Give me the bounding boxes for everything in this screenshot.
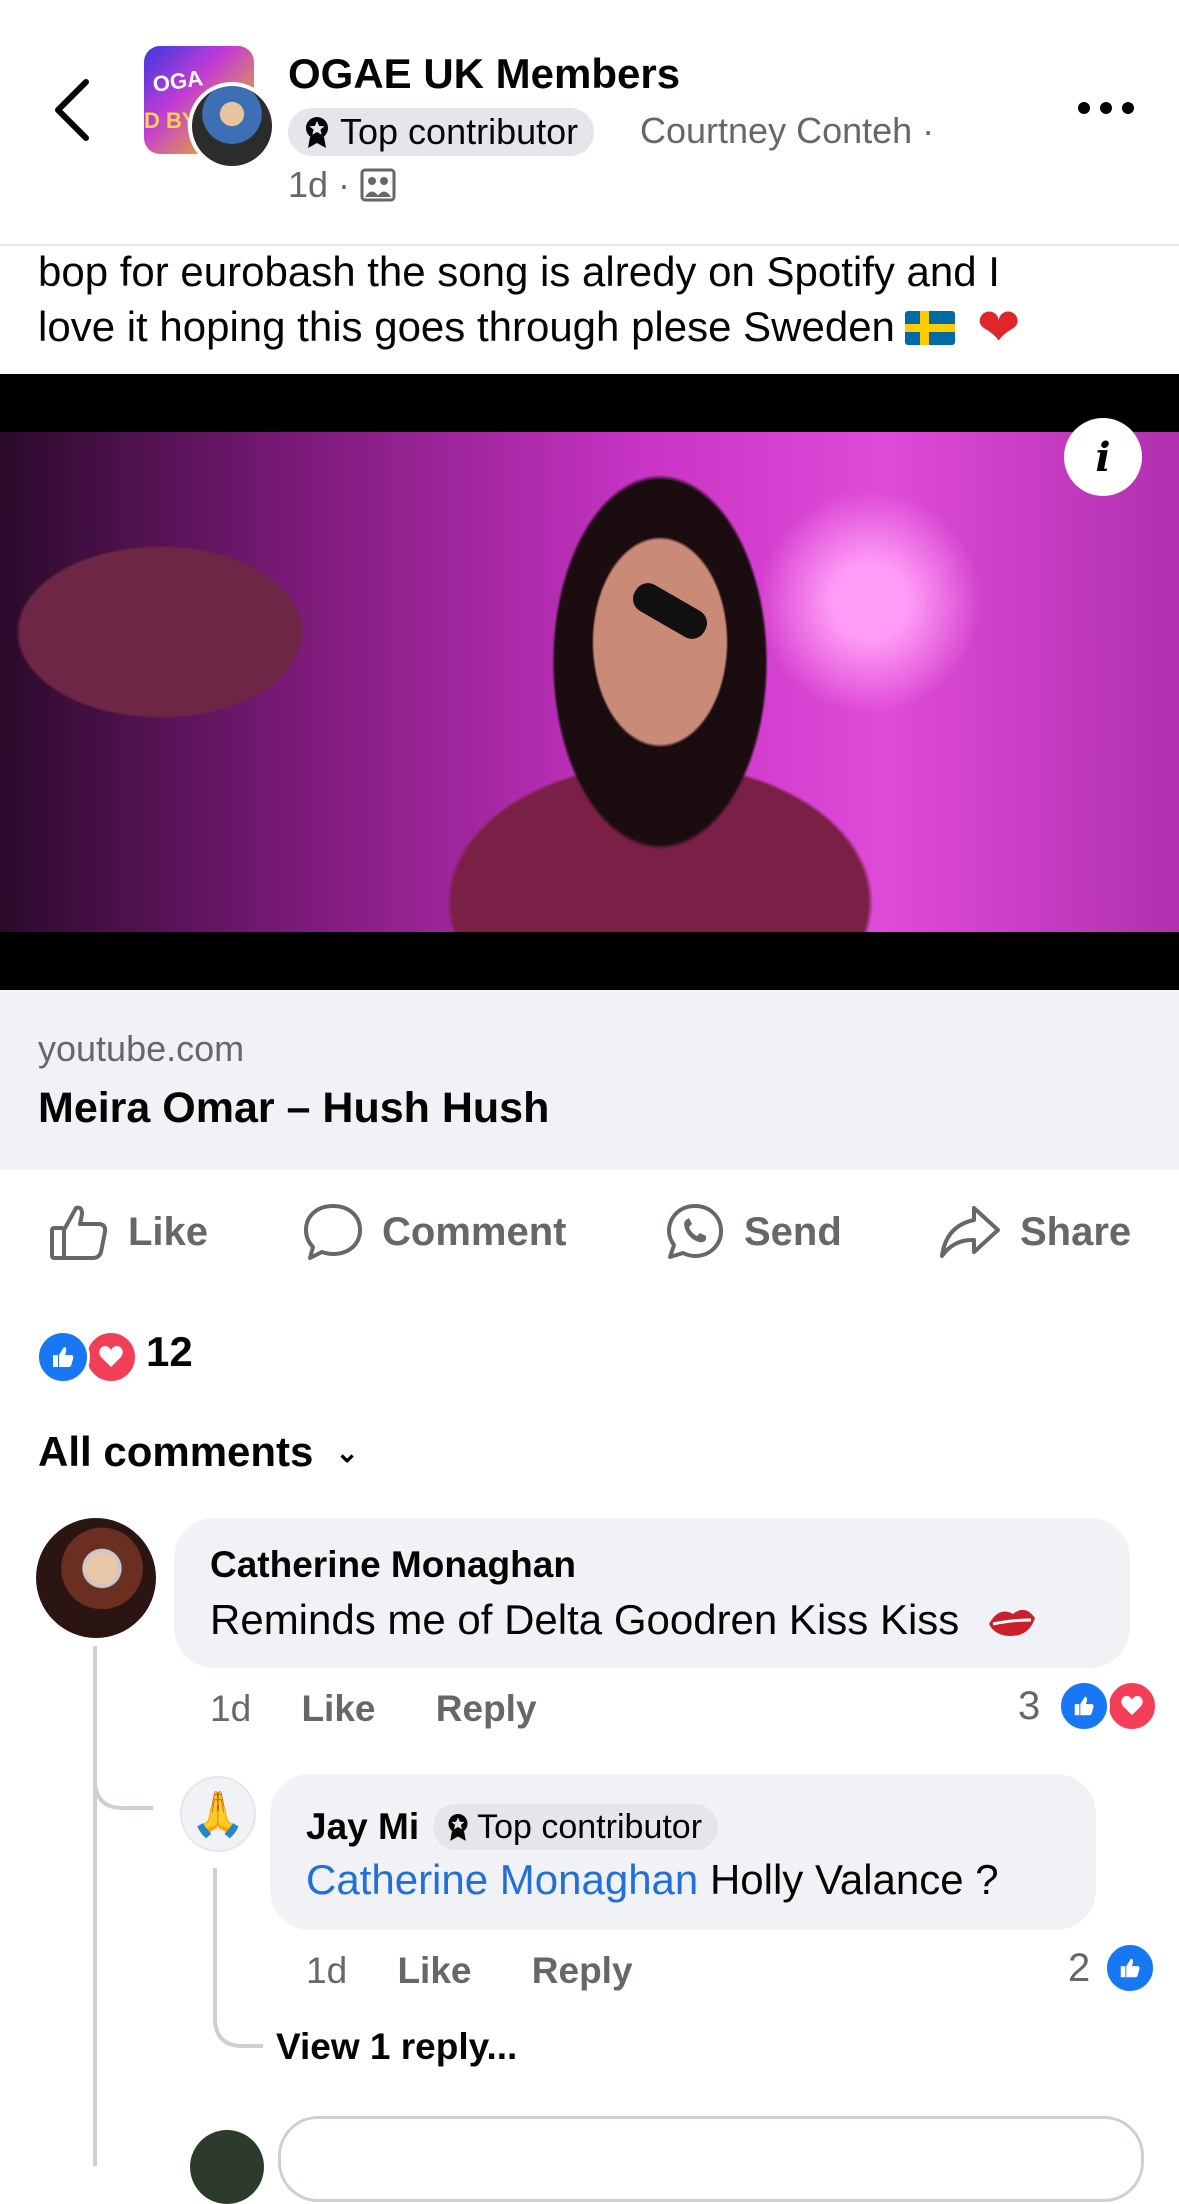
share-label: Share	[1020, 1209, 1132, 1254]
comment-text-body: Reminds me of Delta Goodren Kiss Kiss	[210, 1596, 960, 1643]
reply-header: Jay Mi Top contributor	[306, 1804, 719, 1850]
like-reaction-icon	[1058, 1680, 1110, 1732]
top-contributor-badge: Top contributor	[288, 108, 595, 156]
like-reaction-icon	[36, 1330, 90, 1384]
love-reaction-icon	[84, 1330, 138, 1384]
comment-reaction-count[interactable]: 3	[1018, 1684, 1040, 1729]
share-button[interactable]: Share	[938, 1196, 1131, 1268]
praying-hands-icon: 🙏	[190, 1790, 246, 1839]
badge-label: Top contributor	[340, 111, 579, 152]
comment-like-button[interactable]: Like	[301, 1688, 375, 1729]
reply-bubble	[270, 1774, 1096, 1930]
video-player[interactable]	[0, 374, 1179, 990]
members-group-icon	[360, 168, 396, 202]
reply-meta: 1d Like Reply	[306, 1950, 633, 1992]
comment-text: Reminds me of Delta Goodren Kiss Kiss	[210, 1596, 1039, 1644]
link-preview[interactable]	[0, 990, 1179, 1170]
comment-reply-button[interactable]: Reply	[436, 1688, 537, 1729]
comments-sort-label: All comments	[38, 1428, 314, 1475]
post-author[interactable]: Courtney Conteh ·	[640, 110, 934, 152]
comment-meta: 1d Like Reply	[210, 1688, 537, 1730]
contributor-badge-icon	[448, 1814, 468, 1841]
more-icon[interactable]	[1076, 96, 1136, 120]
link-title[interactable]: Meira Omar – Hush Hush	[38, 1084, 549, 1133]
link-domain: youtube.com	[38, 1028, 245, 1069]
reaction-count[interactable]: 12	[146, 1328, 193, 1376]
meta-separator: ·	[338, 164, 351, 205]
post-text: bop for eurobash the song is alredy on S…	[38, 244, 1148, 356]
reply-reply-button[interactable]: Reply	[532, 1950, 633, 1991]
reply-thread-branch	[213, 1868, 263, 2048]
reply-text-body: Holly Valance ?	[709, 1856, 999, 1903]
commenter-avatar[interactable]	[36, 1518, 156, 1638]
red-heart-icon: ❤	[976, 299, 1021, 357]
chevron-down-icon: ⌄	[335, 1436, 359, 1468]
like-reaction-icon	[1104, 1942, 1156, 1994]
next-comment-bubble	[278, 2116, 1144, 2202]
thread-branch	[93, 1740, 153, 1810]
post-text-line2: love it hoping this goes through plese S…	[38, 303, 895, 350]
back-icon[interactable]	[44, 70, 104, 150]
send-label: Send	[744, 1209, 842, 1254]
next-commenter-avatar[interactable]	[190, 2130, 264, 2204]
share-icon	[940, 1206, 1000, 1258]
reply-text: Catherine Monaghan Holly Valance ?	[306, 1856, 999, 1904]
group-name[interactable]: OGAE UK Members	[288, 50, 680, 98]
thread-line	[93, 1646, 97, 2166]
comment-icon	[304, 1204, 362, 1260]
reply-reaction-count[interactable]: 2	[1068, 1946, 1090, 1991]
view-replies-link[interactable]: View 1 reply...	[276, 2026, 517, 2068]
comments-sort-dropdown[interactable]: All comments ⌄	[38, 1428, 359, 1476]
post-time: 1d	[288, 164, 329, 205]
post-text-line1: bop for eurobash the song is alredy on S…	[38, 248, 1000, 295]
mention-link[interactable]: Catherine Monaghan	[306, 1856, 698, 1903]
reply-like-button[interactable]: Like	[397, 1950, 471, 1991]
sweden-flag-icon	[904, 311, 955, 345]
thumbs-up-icon	[50, 1205, 108, 1260]
reply-time: 1d	[306, 1950, 348, 1991]
info-button[interactable]: i	[1064, 418, 1142, 496]
love-reaction-icon	[1106, 1680, 1158, 1732]
whatsapp-send-icon	[667, 1204, 723, 1259]
reply-author-name[interactable]: Jay Mi	[306, 1806, 419, 1848]
comment-label: Comment	[382, 1209, 567, 1254]
contributor-badge-icon	[306, 117, 328, 148]
author-avatar[interactable]	[188, 82, 276, 170]
post-meta: 1d ·	[288, 164, 396, 206]
svg-text:OGA: OGA	[151, 65, 204, 97]
comment-bubble	[174, 1518, 1130, 1668]
reply-avatar[interactable]: 🙏	[180, 1776, 256, 1852]
comment-button[interactable]: Comment	[302, 1196, 566, 1268]
send-button[interactable]: Send	[664, 1196, 842, 1268]
comment-time: 1d	[210, 1688, 252, 1729]
like-button[interactable]: Like	[48, 1196, 208, 1268]
badge-label: Top contributor	[477, 1807, 703, 1846]
video-thumbnail	[0, 432, 1179, 932]
kiss-mark-icon	[988, 1609, 1035, 1636]
like-label: Like	[128, 1209, 209, 1254]
commenter-name[interactable]: Catherine Monaghan	[210, 1544, 576, 1586]
top-contributor-badge: Top contributor	[433, 1804, 719, 1850]
